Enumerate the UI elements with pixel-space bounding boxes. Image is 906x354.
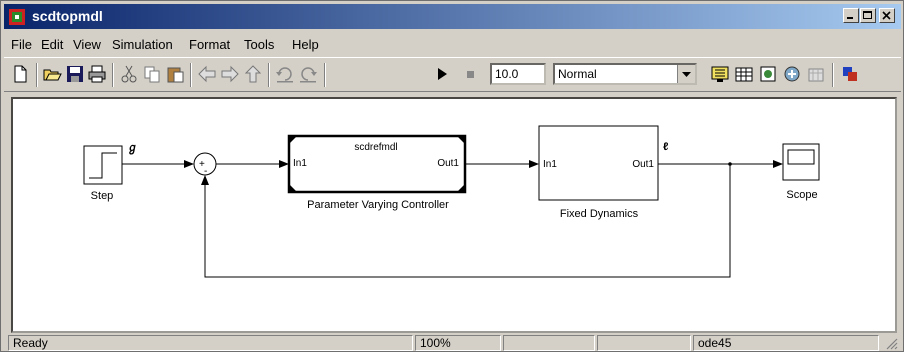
minimize-icon [847,17,853,19]
chevron-down-icon [682,72,691,77]
toolbar-separator [36,63,38,87]
menu-view[interactable]: View [73,37,101,52]
simulation-mode-select[interactable]: Normal [553,63,697,85]
maximize-icon [863,11,872,19]
controller-model-name: scdrefmdl [354,142,397,153]
scope-label: Scope [786,189,817,201]
plant-label: Fixed Dynamics [560,208,639,220]
menu-help[interactable]: Help [292,37,319,52]
undo-icon[interactable] [275,64,295,84]
status-state: Ready [8,335,413,351]
redo-icon[interactable] [298,64,318,84]
play-icon[interactable] [432,64,452,84]
forward-icon[interactable] [220,64,240,84]
toolbar-separator [190,63,192,87]
debug-icon[interactable] [782,64,802,84]
back-icon[interactable] [197,64,217,84]
menu-file[interactable]: File [11,37,32,52]
close-button[interactable] [879,8,895,23]
resize-grip-icon[interactable] [884,336,898,350]
step-port-icon: ℊ [127,142,138,155]
menu-tools[interactable]: Tools [244,37,274,52]
step-block[interactable] [83,145,125,187]
sum-block[interactable]: + - [193,152,217,177]
maximize-button[interactable] [860,8,876,23]
record-icon[interactable] [840,64,860,84]
model-explorer-icon[interactable] [758,64,778,84]
menu-bar: File Edit View Simulation Format Tools H… [4,33,901,55]
status-bar: Ready 100% ode45 [4,334,901,352]
controller-out-port-label: Out1 [437,158,459,169]
model-canvas[interactable]: Step ℊ + - scdrefmdl In1 Out1 Parameter [11,97,897,333]
step-label: Step [91,190,114,202]
toolbar-separator [268,63,270,87]
menu-simulation[interactable]: Simulation [112,37,173,52]
stop-time-field[interactable]: 10.0 [490,63,546,85]
close-icon [882,11,891,20]
status-zoom: 100% [415,335,501,351]
library-icon[interactable] [734,64,754,84]
up-icon[interactable] [243,64,263,84]
toolbar-separator [832,63,834,87]
minimize-button[interactable] [843,8,859,23]
new-icon[interactable] [10,64,30,84]
plant-in-port-label: In1 [543,159,557,170]
update-icon[interactable] [806,64,826,84]
simulink-app-icon [9,9,25,25]
toolbar: 10.0 Normal [4,57,901,92]
simulink-window: scdtopmdl File Edit View Simulation Form… [0,0,904,352]
cut-icon[interactable] [119,64,139,84]
status-solver: ode45 [693,335,879,351]
title-bar[interactable]: scdtopmdl [4,4,901,29]
simulation-mode-value: Normal [558,67,597,81]
plant-out-port-label: Out1 [632,159,654,170]
sum-minus-sign: - [204,166,207,177]
dropdown-button[interactable] [677,65,695,83]
toolbar-separator [324,63,326,87]
menu-edit[interactable]: Edit [41,37,63,52]
controller-label: Parameter Varying Controller [307,199,449,211]
menu-format[interactable]: Format [189,37,230,52]
stop-icon[interactable] [461,64,481,84]
controller-in-port-label: In1 [293,158,307,169]
block-diagram: Step ℊ + - scdrefmdl In1 Out1 Parameter [83,125,820,278]
toolbar-separator [112,63,114,87]
print-icon[interactable] [87,64,107,84]
save-icon[interactable] [65,64,85,84]
status-empty-2 [597,335,691,351]
open-icon[interactable] [42,64,62,84]
copy-icon[interactable] [142,64,162,84]
window-title: scdtopmdl [32,8,103,24]
scope-block[interactable] [782,143,820,181]
build-icon[interactable] [710,64,730,84]
svg-text:ℊ: ℊ [127,142,138,155]
svg-text:ℓ: ℓ [663,141,668,153]
paste-icon[interactable] [165,64,185,84]
plant-port-icon: ℓ [663,141,668,153]
status-empty-1 [503,335,595,351]
